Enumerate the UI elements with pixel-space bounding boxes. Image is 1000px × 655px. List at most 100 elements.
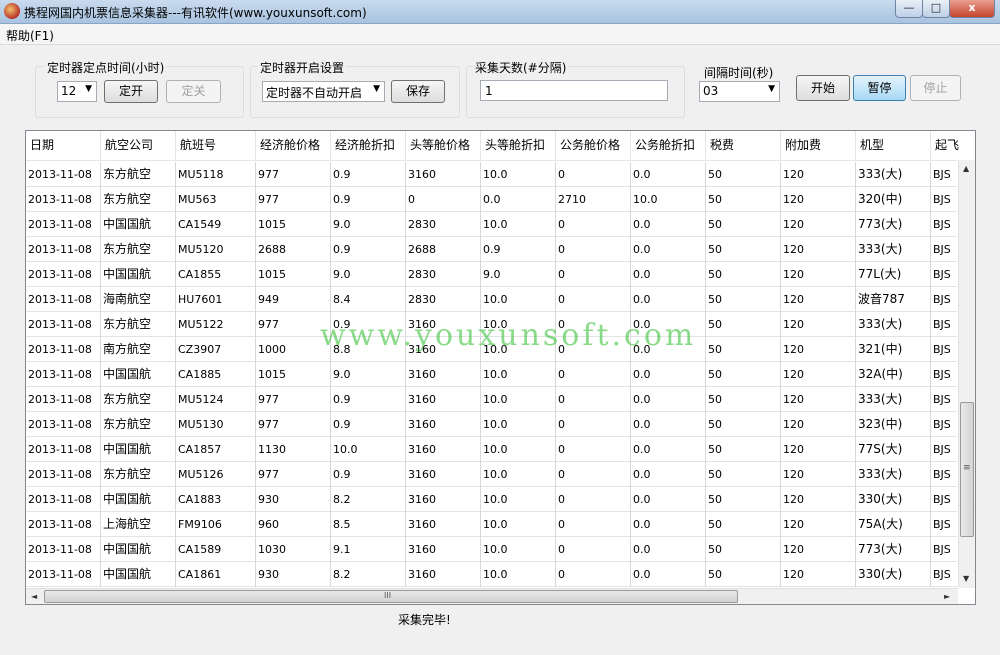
table-cell: CA1861 <box>176 562 256 587</box>
table-cell: 10.0 <box>481 312 556 337</box>
results-table[interactable]: 日期 航空公司 航班号 经济舱价格 经济舱折扣 头等舱价格 头等舱折扣 公务舱价格 公务舱折扣税… <box>25 130 976 605</box>
interval-select-value: 03 <box>703 84 719 98</box>
table-row[interactable]: 2013-11-08 东方航空 MU5118 977 0.9 3160 10.0 0 0.0 50… <box>26 162 957 187</box>
timer-mode-select[interactable]: 定时器不自动开启 ▼ <box>262 81 385 102</box>
interval-select[interactable]: 03 ▼ <box>699 81 780 102</box>
table-row[interactable]: 2013-11-08 中国国航 CA1549 1015 9.0 2830 10.0 0 0.0 5… <box>26 212 957 237</box>
pause-button[interactable]: 暂停 <box>853 75 906 101</box>
hour-select[interactable]: 12 ▼ <box>57 81 97 102</box>
table-cell: 2013-11-08 <box>26 212 101 237</box>
column-header[interactable]: 起飞 <box>931 131 975 160</box>
timer-on-button[interactable]: 定开 <box>104 80 158 103</box>
table-cell: 977 <box>256 162 331 187</box>
table-cell: 0 <box>556 287 631 312</box>
table-cell: 0 <box>406 187 481 212</box>
column-header[interactable]: 航空公司 <box>101 131 176 160</box>
vertical-scrollbar[interactable]: ▲ ≡ ▼ <box>958 160 975 588</box>
table-row[interactable]: 2013-11-08 中国国航 CA1861 930 8.2 3160 10.0 0 0.0 50… <box>26 562 957 587</box>
days-input[interactable]: 1 <box>480 80 668 101</box>
table-row[interactable]: 2013-11-08 中国国航 CA1589 1030 9.1 3160 10.0 0 0.0 5… <box>26 537 957 562</box>
table-row[interactable]: 2013-11-08 东方航空 MU563 977 0.9 0 0.0 2710 10.0 50 1… <box>26 187 957 212</box>
table-row[interactable]: 2013-11-08 东方航空 MU5122 977 0.9 3160 10.0 0 0.0 50… <box>26 312 957 337</box>
menu-bar: 帮助(F1) <box>0 24 1000 45</box>
table-row[interactable]: 2013-11-08 上海航空 FM9106 960 8.5 3160 10.0 0 0.0 50… <box>26 512 957 537</box>
table-cell: 9.0 <box>481 262 556 287</box>
table-cell: 东方航空 <box>101 412 176 437</box>
column-header[interactable]: 机型 <box>856 131 931 160</box>
menu-help[interactable]: 帮助(F1) <box>6 27 54 44</box>
table-row[interactable]: 2013-11-08 中国国航 CA1883 930 8.2 3160 10.0 0 0.0 50… <box>26 487 957 512</box>
table-cell: 50 <box>706 437 781 462</box>
table-row[interactable]: 2013-11-08 东方航空 MU5124 977 0.9 3160 10.0 0 0.0 50… <box>26 387 957 412</box>
table-cell: 上海航空 <box>101 512 176 537</box>
table-cell: 0.0 <box>631 337 706 362</box>
table-cell: 3160 <box>406 537 481 562</box>
column-header[interactable]: 经济舱折扣 <box>331 131 406 160</box>
table-cell: 10.0 <box>481 362 556 387</box>
table-cell: 50 <box>706 387 781 412</box>
column-header[interactable]: 头等舱折扣 <box>481 131 556 160</box>
column-header[interactable]: 经济舱价格 <box>256 131 331 160</box>
table-row[interactable]: 2013-11-08 南方航空 CZ3907 1000 8.8 3160 10.0 0 0.0 5… <box>26 337 957 362</box>
scroll-right-icon[interactable]: ► <box>944 592 950 601</box>
column-header[interactable]: 公务舱价格 <box>556 131 631 160</box>
table-cell: 0.0 <box>631 362 706 387</box>
table-row[interactable]: 2013-11-08 中国国航 CA1855 1015 9.0 2830 9.0 0 0.0 50… <box>26 262 957 287</box>
table-cell: 330(大) <box>856 562 931 587</box>
table-cell: 0.0 <box>631 162 706 187</box>
column-header[interactable]: 税费 <box>706 131 781 160</box>
table-cell: 120 <box>781 287 856 312</box>
table-row[interactable]: 2013-11-08 中国国航 CA1857 1130 10.0 3160 10.0 0 0.0… <box>26 437 957 462</box>
status-text: 采集完毕! <box>398 613 451 627</box>
table-row[interactable]: 2013-11-08 东方航空 MU5130 977 0.9 3160 10.0 0 0.0 50… <box>26 412 957 437</box>
chevron-down-icon: ▼ <box>373 84 380 94</box>
column-header[interactable]: 日期 <box>26 131 101 160</box>
table-row[interactable]: 2013-11-08 东方航空 MU5126 977 0.9 3160 10.0 0 0.0 50… <box>26 462 957 487</box>
column-header[interactable]: 航班号 <box>176 131 256 160</box>
table-cell: 0.0 <box>631 487 706 512</box>
scroll-down-icon[interactable]: ▼ <box>963 574 969 583</box>
horizontal-scroll-thumb[interactable]: III <box>44 590 738 603</box>
table-cell: 3160 <box>406 562 481 587</box>
table-cell: CA1589 <box>176 537 256 562</box>
table-cell: 330(大) <box>856 487 931 512</box>
table-cell: 120 <box>781 487 856 512</box>
close-button[interactable]: x <box>949 0 995 18</box>
table-cell: 3160 <box>406 362 481 387</box>
table-cell: 9.0 <box>331 362 406 387</box>
table-cell: 10.0 <box>481 387 556 412</box>
column-header[interactable]: 头等舱价格 <box>406 131 481 160</box>
table-cell: 333(大) <box>856 162 931 187</box>
table-cell: 2688 <box>256 237 331 262</box>
timer-off-button[interactable]: 定关 <box>166 80 221 103</box>
table-row[interactable]: 2013-11-08 东方航空 MU5120 2688 0.9 2688 0.9 0 0.0 50… <box>26 237 957 262</box>
table-cell: 中国国航 <box>101 262 176 287</box>
scroll-up-icon[interactable]: ▲ <box>963 164 969 173</box>
maximize-button[interactable]: □ <box>922 0 950 18</box>
table-row[interactable]: 2013-11-08 中国国航 CA1885 1015 9.0 3160 10.0 0 0.0 5… <box>26 362 957 387</box>
table-cell: 中国国航 <box>101 537 176 562</box>
table-cell: 120 <box>781 312 856 337</box>
save-button[interactable]: 保存 <box>391 80 445 103</box>
minimize-button[interactable]: — <box>895 0 923 18</box>
table-cell: 77S(大) <box>856 437 931 462</box>
table-cell: 10.0 <box>481 162 556 187</box>
table-row[interactable]: 2013-11-08 海南航空 HU7601 949 8.4 2830 10.0 0 0.0 50… <box>26 287 957 312</box>
table-cell: 323(中) <box>856 412 931 437</box>
column-header[interactable]: 公务舱折扣 <box>631 131 706 160</box>
table-cell: 2013-11-08 <box>26 287 101 312</box>
table-cell: 海南航空 <box>101 287 176 312</box>
table-cell: 0.0 <box>631 387 706 412</box>
table-cell: 10.0 <box>481 462 556 487</box>
table-cell: 10.0 <box>331 437 406 462</box>
table-cell: 2013-11-08 <box>26 262 101 287</box>
table-cell: MU5124 <box>176 387 256 412</box>
vertical-scroll-thumb[interactable]: ≡ <box>960 402 974 537</box>
stop-button[interactable]: 停止 <box>910 75 961 101</box>
column-header[interactable]: 附加费 <box>781 131 856 160</box>
start-button[interactable]: 开始 <box>796 75 850 101</box>
scroll-left-icon[interactable]: ◄ <box>31 592 37 601</box>
table-cell: 977 <box>256 387 331 412</box>
table-cell: 0.9 <box>331 237 406 262</box>
horizontal-scrollbar[interactable]: ◄ III ► <box>26 588 958 604</box>
